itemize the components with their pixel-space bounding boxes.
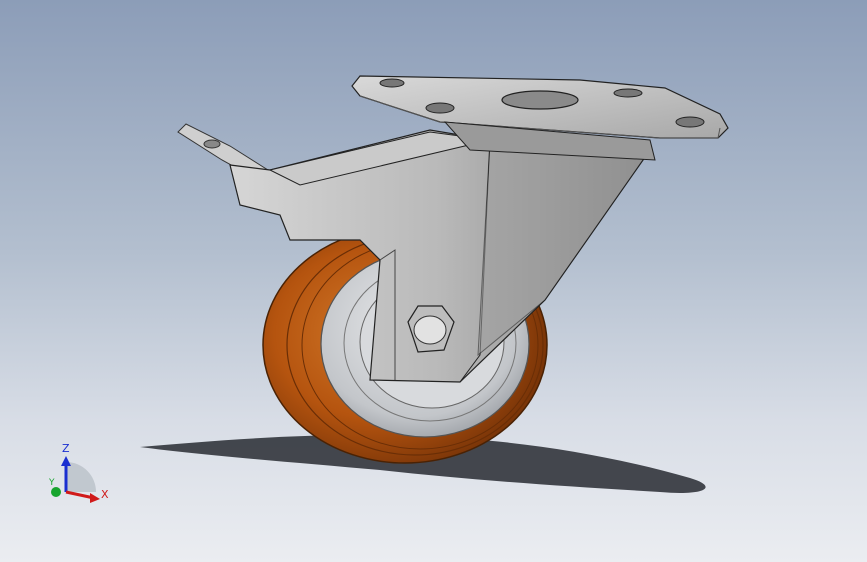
mount-hole	[613, 88, 643, 98]
kingpin-hole	[501, 90, 579, 110]
triad-y-label: Y	[49, 478, 55, 488]
mount-hole	[675, 116, 705, 128]
triad-z-label: Z	[62, 442, 70, 455]
graphics-viewport[interactable]: Z X Y	[0, 0, 867, 562]
caster-model[interactable]	[0, 0, 867, 562]
mount-hole	[379, 78, 405, 88]
coordinate-triad: Z X Y	[40, 438, 120, 508]
triad-x-label: X	[101, 488, 109, 501]
mount-hole	[425, 102, 455, 114]
